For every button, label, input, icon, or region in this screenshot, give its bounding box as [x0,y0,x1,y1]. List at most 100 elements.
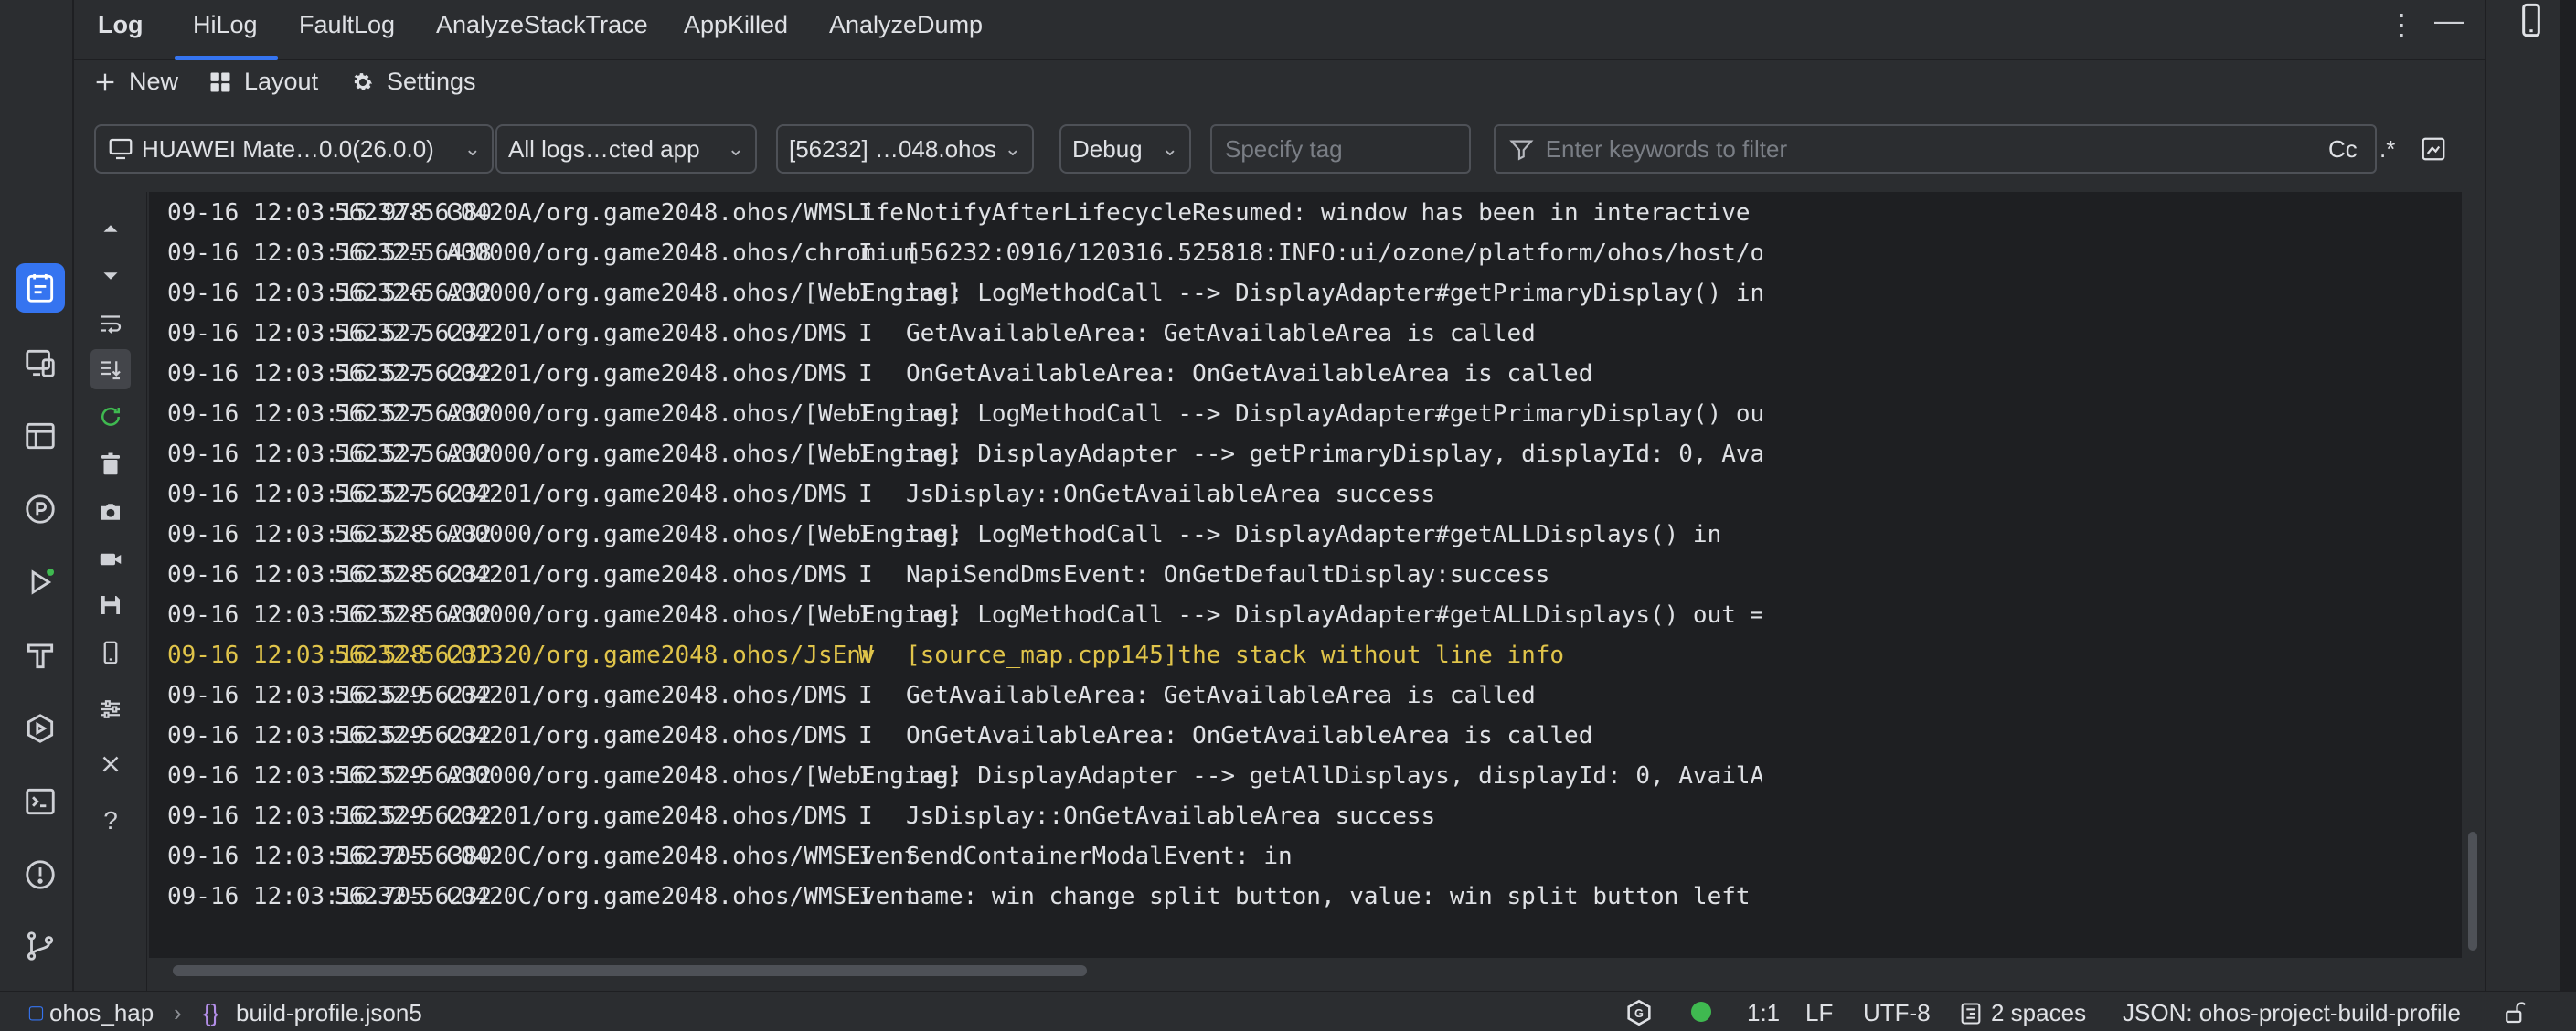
grammar-check-icon[interactable]: G [1623,997,1655,1028]
log-row[interactable]: 09-16 12:03:16.528 56232-56232 A00000/org.… [149,516,2425,556]
log-toolbar: New Layout Settings [74,60,2485,110]
log-row[interactable]: 09-16 12:03:16.529 56232-56232 C04201/org.… [149,717,2425,757]
close-icon[interactable] [90,744,131,784]
level-select[interactable]: Debug ⌄ [1059,124,1191,174]
chevron-down-icon: ⌄ [463,137,481,160]
device-select[interactable]: HUAWEI Mate…0.0(26.0.0) ⌄ [94,124,494,174]
module-icon: ▢ [27,1003,45,1023]
log-row[interactable]: 09-16 12:03:16.527 56232-56232 C04201/org.… [149,314,2425,355]
log-row[interactable]: 09-16 12:03:16.528 56232-56232 C04201/org.… [149,556,2425,596]
log-row[interactable]: 09-16 12:03:16.527 56232-56232 C04201/org.… [149,475,2425,516]
keyword-field[interactable] [1494,124,2377,174]
services-icon[interactable] [16,704,65,753]
file-encoding[interactable]: UTF-8 [1863,999,1931,1027]
settings-button[interactable]: Settings [350,68,476,96]
device-icon [109,138,133,160]
tool-window-bar [5,0,73,991]
vertical-scrollbar[interactable] [2464,192,2481,958]
log-level: I [858,802,873,830]
clear-log-icon[interactable] [90,444,131,484]
log-row[interactable]: 09-16 12:03:16.529 56232-56232 C04201/org.… [149,797,2425,837]
log-row[interactable]: 09-16 12:03:16.705 56232-56380 C0420C/org.… [149,837,2425,877]
layout-inspector-icon[interactable] [16,411,65,461]
device-mirror-icon[interactable] [2513,2,2549,38]
soft-wrap-filter-icon[interactable] [2420,135,2447,163]
log-row[interactable]: 09-16 12:03:16.525 56232-56438 A00000/org.… [149,234,2425,274]
log-tool-icon[interactable] [16,263,65,313]
horizontal-scrollbar[interactable] [149,958,2462,983]
log-message: [source_map.cpp145]the stack without lin… [906,642,1565,669]
restart-icon[interactable] [90,397,131,437]
log-tag: C04201/org.game2048.ohos/DMS [446,360,847,388]
log-level: I [858,320,873,347]
screenshot-icon[interactable] [90,492,131,532]
log-row[interactable]: 09-16 12:03:16.705 56232-56232 C0420C/org.… [149,877,2425,918]
log-row[interactable]: 09-16 12:03:16.529 56232-56232 C04201/org.… [149,676,2425,717]
line-ending[interactable]: LF [1805,999,1833,1027]
device-manager-icon[interactable] [16,338,65,388]
phone-icon[interactable] [90,632,131,673]
tab-analyzestacktrace[interactable]: AnalyzeStackTrace [436,11,648,39]
scope-select[interactable]: All logs…cted app ⌄ [495,124,757,174]
scope-select-value: All logs…cted app [508,134,700,163]
profiler-icon[interactable] [16,484,65,534]
process-select[interactable]: [56232] …048.ohos ⌄ [776,124,1034,174]
log-message: tag: LogMethodCall --> DisplayAdapter#ge… [906,521,1722,548]
scroll-up-icon[interactable] [90,208,131,249]
soft-wrap-icon[interactable] [90,303,131,344]
layout-button[interactable]: Layout [208,68,318,96]
version-control-icon[interactable] [16,921,65,971]
log-level: I [858,441,873,468]
status-ok-icon[interactable] [1691,1002,1711,1022]
log-row[interactable]: 09-16 12:03:16.527 56232-56232 C04201/org.… [149,355,2425,395]
filter-settings-icon[interactable] [90,689,131,729]
log-row[interactable]: 09-16 12:03:16.529 56232-56232 A00000/org.… [149,757,2425,797]
minimize-icon[interactable]: — [2434,4,2464,37]
log-message: tag: LogMethodCall --> DisplayAdapter#ge… [906,280,1762,307]
lock-icon[interactable] [2501,999,2528,1026]
new-button[interactable]: New [92,68,178,96]
indent-icon [1961,1003,1981,1025]
status-bar: ▢ ohos_hap › {} build-profile.json5 G 1:… [0,991,2576,1031]
log-row[interactable]: 09-16 12:03:16.528 56232-56232 C01320/org.… [149,636,2425,676]
json-schema[interactable]: JSON: ohos-project-build-profile [2123,999,2461,1027]
tab-analyzedump[interactable]: AnalyzeDump [829,11,983,39]
help-icon[interactable]: ? [90,801,131,841]
more-options-icon[interactable]: ⋮ [2387,7,2416,42]
gear-icon [354,72,373,90]
match-case-toggle[interactable]: Cc [2328,135,2358,164]
log-row[interactable]: 09-16 12:03:16.526 56232-56232 A00000/org.… [149,274,2425,314]
log-tag: A00000/org.game2048.ohos/[WebEngine] [446,762,962,790]
vertical-scroll-thumb[interactable] [2468,832,2477,951]
log-row[interactable]: 09-16 12:03:16.528 56232-56232 A00000/org.… [149,596,2425,636]
log-row[interactable]: 09-16 12:03:15.978 56232-56380 C0420A/org.… [149,194,2425,234]
log-message: name: win_change_split_button, value: wi… [906,883,1762,910]
breadcrumb-module[interactable]: ohos_hap [49,999,154,1027]
keyword-input[interactable] [1545,134,2362,164]
terminal-icon[interactable] [16,777,65,826]
regex-toggle[interactable]: .* [2379,135,2395,164]
scroll-to-end-icon[interactable] [90,349,131,389]
run-icon[interactable] [16,558,65,607]
indent-setting[interactable]: 2 spaces [1991,999,2086,1027]
log-message: [56232:0916/120316.525818:INFO:ui/ozone/… [906,239,1762,267]
log-row[interactable]: 09-16 12:03:16.527 56232-56232 A00000/org.… [149,395,2425,435]
scroll-down-icon[interactable] [90,256,131,296]
tab-hilog[interactable]: HiLog [193,11,258,39]
log-output[interactable]: 09-16 12:03:15.978 56232-56380 C0420A/org.… [149,192,2462,958]
log-tag: C04201/org.game2048.ohos/DMS [446,722,847,749]
cursor-position[interactable]: 1:1 [1747,999,1780,1027]
problems-icon[interactable] [16,850,65,899]
tag-field[interactable] [1210,124,1471,174]
log-row[interactable]: 09-16 12:03:16.527 56232-56232 A00000/org.… [149,435,2425,475]
log-tag: A00000/org.game2048.ohos/[WebEngine] [446,441,962,468]
tab-appkilled[interactable]: AppKilled [684,11,788,39]
build-icon[interactable] [16,631,65,680]
save-log-icon[interactable] [90,585,131,625]
horizontal-scroll-thumb[interactable] [173,965,1087,976]
tab-faultlog[interactable]: FaultLog [299,11,395,39]
breadcrumb-file[interactable]: build-profile.json5 [236,999,422,1027]
screen-record-icon[interactable] [90,539,131,579]
tag-input[interactable] [1225,134,1456,164]
log-level: I [858,762,873,790]
